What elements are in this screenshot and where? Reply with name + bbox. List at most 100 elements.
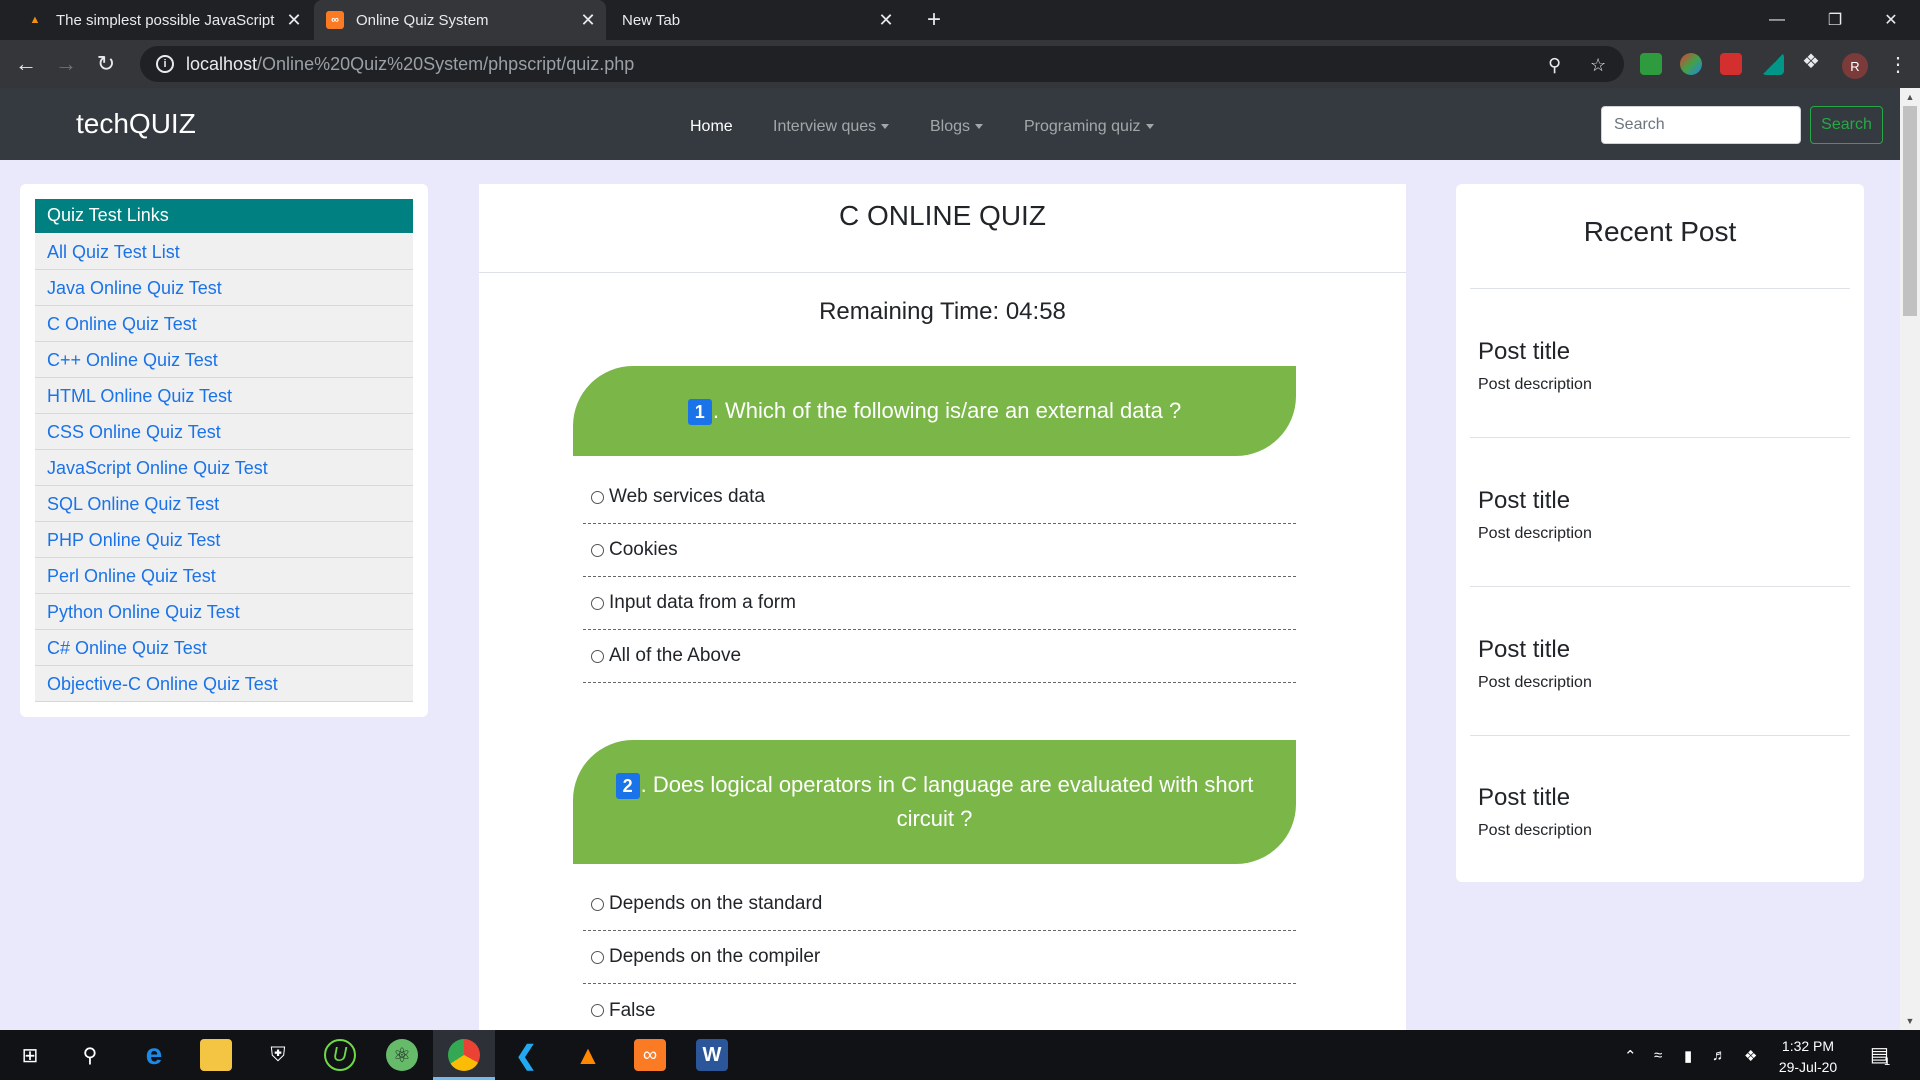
profile-avatar[interactable]: R — [1842, 53, 1868, 79]
file-explorer-icon[interactable] — [200, 1039, 232, 1071]
post-title[interactable]: Post title — [1478, 636, 1570, 664]
radio-button[interactable] — [591, 543, 604, 557]
reload-button[interactable]: ↻ — [92, 50, 120, 78]
search-button[interactable]: Search — [1810, 106, 1883, 144]
radio-button[interactable] — [591, 950, 604, 964]
post-description: Post description — [1478, 674, 1592, 691]
quiz-card: C ONLINE QUIZ Remaining Time: 04:58 1. W… — [479, 184, 1406, 1034]
extension-icon[interactable] — [1762, 53, 1784, 75]
browser-tab[interactable]: New Tab ✕ — [606, 0, 902, 40]
extension-icon[interactable] — [1640, 53, 1662, 75]
chevron-up-icon[interactable]: ⌃ — [1624, 1047, 1637, 1065]
scroll-down-icon[interactable]: ▼ — [1900, 1012, 1920, 1030]
word-icon[interactable]: W — [696, 1039, 728, 1071]
radio-button[interactable] — [591, 596, 604, 610]
answer-option[interactable]: Depends on the compiler — [583, 931, 1296, 984]
nav-blogs[interactable]: Blogs — [930, 118, 984, 136]
windows-start-icon[interactable]: ⊞ — [14, 1039, 46, 1071]
upwork-icon[interactable]: U — [324, 1039, 356, 1071]
question-text: . Does logical operators in C language a… — [640, 772, 1254, 831]
close-icon[interactable]: ✕ — [578, 10, 598, 31]
quiz-link[interactable]: All Quiz Test List — [35, 234, 413, 270]
volume-icon[interactable]: ♬ — [1712, 1047, 1727, 1064]
quiz-link[interactable]: SQL Online Quiz Test — [35, 486, 413, 522]
caret-down-icon — [975, 124, 984, 130]
post-title[interactable]: Post title — [1478, 487, 1570, 515]
site-brand[interactable]: techQUIZ — [76, 108, 196, 140]
atom-icon[interactable]: ⚛ — [386, 1039, 418, 1071]
recent-post-card: Recent Post Post title Post description … — [1456, 184, 1864, 882]
security-icon[interactable]: ⛨ — [262, 1039, 294, 1071]
option-label: Web services data — [609, 486, 765, 507]
quiz-link[interactable]: CSS Online Quiz Test — [35, 414, 413, 450]
vscode-icon[interactable]: ❮ — [510, 1039, 542, 1071]
taskbar-clock[interactable]: 1:32 PM 29-Jul-20 — [1768, 1036, 1848, 1078]
browser-tab[interactable]: ▲ The simplest possible JavaScript ✕ — [20, 0, 304, 40]
answer-option[interactable]: All of the Above — [583, 630, 1296, 683]
answer-option[interactable]: Input data from a form — [583, 577, 1296, 630]
radio-button[interactable] — [591, 649, 604, 663]
vlc-icon[interactable]: ▲ — [572, 1039, 604, 1071]
minimize-button[interactable]: — — [1748, 0, 1806, 40]
extension-icon[interactable] — [1680, 53, 1702, 75]
extension-icon[interactable] — [1720, 53, 1742, 75]
answer-option[interactable]: Web services data — [583, 471, 1296, 524]
quiz-title: C ONLINE QUIZ — [839, 200, 1046, 231]
caret-down-icon — [881, 124, 890, 130]
restore-button[interactable]: ❐ — [1806, 0, 1864, 40]
close-icon[interactable]: ✕ — [876, 10, 896, 31]
answer-option[interactable]: Depends on the standard — [583, 878, 1296, 931]
quiz-link[interactable]: PHP Online Quiz Test — [35, 522, 413, 558]
chrome-icon[interactable] — [448, 1039, 480, 1071]
post-description: Post description — [1478, 376, 1592, 393]
radio-button[interactable] — [591, 897, 604, 911]
divider — [1470, 735, 1850, 736]
site-info-icon[interactable]: i — [156, 55, 174, 73]
nav-programing-quiz[interactable]: Programing quiz — [1024, 118, 1154, 136]
quiz-link[interactable]: Perl Online Quiz Test — [35, 558, 413, 594]
question-box: 1. Which of the following is/are an exte… — [573, 366, 1296, 456]
scroll-up-icon[interactable]: ▲ — [1900, 88, 1920, 106]
nav-interview-ques[interactable]: Interview ques — [773, 118, 890, 136]
address-toolbar: ← → ↻ i localhost/Online%20Quiz%20System… — [0, 40, 1920, 88]
browser-tab-active[interactable]: ∞ Online Quiz System ✕ — [314, 0, 606, 40]
quiz-link[interactable]: Java Online Quiz Test — [35, 270, 413, 306]
new-tab-button[interactable]: + — [920, 6, 948, 34]
puzzle-extensions-icon[interactable]: ❖ — [1802, 49, 1820, 74]
zoom-icon[interactable]: ⚲ — [1548, 55, 1561, 76]
browser-tab-bar: ▲ The simplest possible JavaScript ✕ ∞ O… — [0, 0, 1920, 40]
browser-menu-icon[interactable]: ⋮ — [1888, 52, 1908, 77]
tab-title: Online Quiz System — [356, 11, 489, 29]
search-icon[interactable]: ⚲ — [74, 1039, 106, 1071]
close-icon[interactable]: ✕ — [284, 10, 304, 31]
quiz-link[interactable]: Python Online Quiz Test — [35, 594, 413, 630]
dropbox-icon[interactable]: ❖ — [1744, 1047, 1757, 1065]
forward-button[interactable]: → — [52, 50, 80, 78]
quiz-link[interactable]: Objective-C Online Quiz Test — [35, 666, 413, 702]
answer-option[interactable]: Cookies — [583, 524, 1296, 577]
question-text-wrap: 2. Does logical operators in C language … — [603, 768, 1266, 836]
option-label: Cookies — [609, 539, 678, 560]
quiz-link[interactable]: C++ Online Quiz Test — [35, 342, 413, 378]
quiz-link[interactable]: JavaScript Online Quiz Test — [35, 450, 413, 486]
post-title[interactable]: Post title — [1478, 784, 1570, 812]
close-window-button[interactable]: ✕ — [1862, 0, 1920, 40]
nav-label: Interview ques — [773, 118, 877, 135]
quiz-link[interactable]: C# Online Quiz Test — [35, 630, 413, 666]
xampp-icon[interactable]: ∞ — [634, 1039, 666, 1071]
nav-home[interactable]: Home — [690, 118, 733, 136]
quiz-link[interactable]: C Online Quiz Test — [35, 306, 413, 342]
edge-icon[interactable]: e — [138, 1038, 170, 1071]
back-button[interactable]: ← — [12, 50, 40, 78]
battery-icon[interactable]: ▮ — [1684, 1047, 1692, 1065]
url-bar[interactable]: i localhost/Online%20Quiz%20System/phpsc… — [140, 46, 1624, 82]
radio-button[interactable] — [591, 490, 604, 504]
wifi-icon[interactable]: ≈ — [1654, 1047, 1662, 1064]
search-input[interactable] — [1601, 106, 1801, 144]
radio-button[interactable] — [591, 1004, 604, 1017]
divider — [1470, 288, 1850, 289]
quiz-link[interactable]: HTML Online Quiz Test — [35, 378, 413, 414]
post-title[interactable]: Post title — [1478, 338, 1570, 366]
scrollbar-thumb[interactable] — [1903, 106, 1917, 316]
bookmark-star-icon[interactable]: ☆ — [1590, 55, 1606, 76]
